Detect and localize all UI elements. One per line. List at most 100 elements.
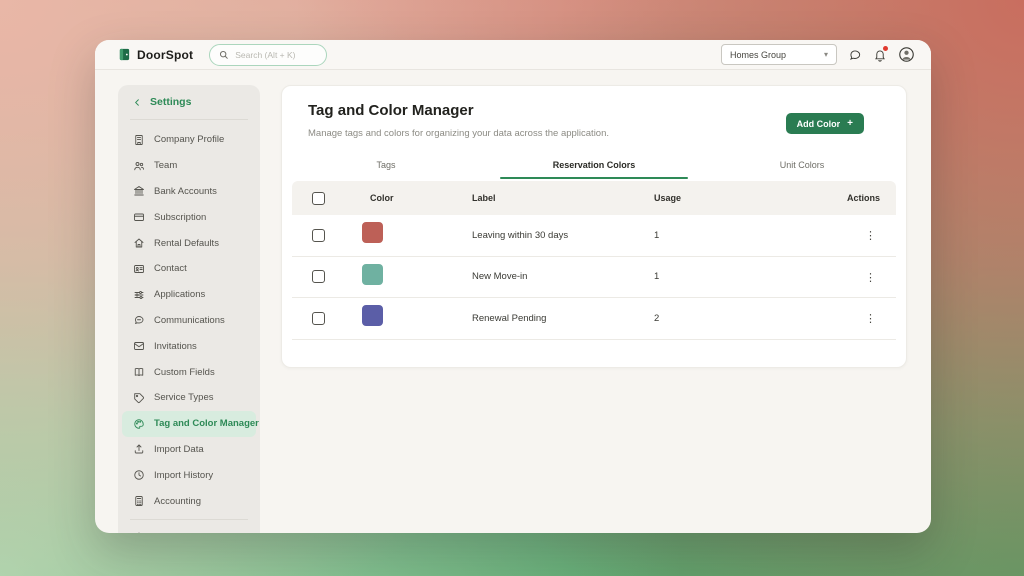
- table-row: Leaving within 30 days 1 ⋮: [292, 215, 896, 257]
- row-checkbox[interactable]: [312, 228, 325, 242]
- plus-icon: +: [847, 118, 853, 129]
- desktop-background: DoorSpot Search (Alt + K) Homes Group ▾: [0, 0, 1024, 576]
- book-icon: [133, 366, 145, 378]
- notification-badge: [883, 45, 888, 51]
- sidebar-item[interactable]: Tag and Color Manager: [122, 410, 259, 437]
- palette-icon: [133, 418, 145, 430]
- search-input[interactable]: Search (Alt + K): [209, 43, 328, 66]
- sidebar-item-label: Team: [154, 160, 178, 172]
- tabs: Tags Reservation Colors Unit Colors: [282, 151, 906, 179]
- settings-back-label: Settings: [150, 96, 192, 108]
- topbar: DoorSpot Search (Alt + K) Homes Group ▾: [95, 40, 931, 70]
- chevron-left-icon: [134, 98, 139, 106]
- column-header-label: Label: [472, 193, 496, 203]
- table-row: New Move-in 1 ⋮: [292, 257, 896, 298]
- tab-label: Tags: [376, 160, 396, 170]
- column-header-color: Color: [370, 193, 394, 203]
- tab[interactable]: Reservation Colors: [490, 151, 698, 179]
- tab-label: Unit Colors: [779, 160, 825, 170]
- row-label: New Move-in: [472, 271, 528, 283]
- mail-icon: [133, 340, 145, 352]
- search-placeholder: Search (Alt + K): [235, 49, 296, 60]
- table-row: Renewal Pending 2 ⋮: [292, 298, 896, 340]
- sidebar-item[interactable]: Company Profile: [122, 127, 256, 153]
- sidebar-item[interactable]: Import Data: [122, 437, 256, 463]
- sidebar-item[interactable]: Custom Fields: [122, 359, 256, 385]
- content-area: Settings Company Profile Team Bank Accou: [95, 70, 931, 533]
- sidebar-item[interactable]: Invitations: [122, 333, 256, 359]
- notifications-icon[interactable]: [873, 45, 888, 62]
- search-icon: [220, 50, 229, 59]
- table-header: Color Label Usage Actions: [292, 181, 896, 215]
- sidebar-item[interactable]: Team: [122, 153, 256, 179]
- messages-icon[interactable]: [848, 48, 862, 62]
- tab[interactable]: Tags: [282, 151, 490, 179]
- add-color-button[interactable]: Add Color +: [785, 113, 864, 134]
- contact-card-icon: [133, 263, 145, 275]
- add-color-label: Add Color: [796, 118, 841, 129]
- upload-icon: [133, 443, 145, 455]
- row-label: Renewal Pending: [472, 312, 547, 324]
- sidebar-item-label: Applications: [154, 289, 206, 301]
- credit-card-icon: [133, 211, 145, 223]
- tab-label: Reservation Colors: [552, 160, 636, 170]
- sidebar-item[interactable]: Applications: [122, 282, 256, 308]
- gear-icon: [133, 532, 145, 533]
- row-usage: 1: [654, 271, 660, 283]
- sidebar-item-label: Company Profile: [154, 134, 225, 146]
- group-selector-value: Homes Group: [730, 49, 787, 60]
- select-all-checkbox[interactable]: [312, 191, 325, 205]
- color-swatch: [362, 305, 383, 327]
- sidebar-item-label: Communications: [154, 314, 225, 326]
- column-header-usage: Usage: [654, 193, 682, 203]
- row-checkbox[interactable]: [312, 270, 325, 284]
- tag-icon: [133, 392, 145, 404]
- sliders-icon: [133, 289, 145, 301]
- sidebar-item[interactable]: Bank Accounts: [122, 179, 256, 205]
- clock-icon: [133, 469, 145, 481]
- house-icon: [133, 237, 145, 249]
- sidebar-item[interactable]: Import History: [122, 462, 256, 488]
- sidebar-item-label: Custom Fields: [154, 366, 215, 378]
- sidebar-item-label: Import History: [154, 469, 214, 481]
- settings-back-button[interactable]: Settings: [118, 85, 260, 114]
- color-table: Color Label Usage Actions Leaving within…: [292, 181, 896, 340]
- chevron-down-icon: ▾: [823, 50, 828, 59]
- sidebar-item[interactable]: Contact: [122, 256, 256, 282]
- sidebar-divider: [130, 119, 248, 120]
- sidebar-item-label: Service Types: [154, 392, 214, 404]
- sidebar-item[interactable]: Service Types: [122, 385, 256, 411]
- sidebar-item-label: Contact: [154, 263, 187, 275]
- color-swatch: [362, 222, 383, 244]
- sidebar-partial-item[interactable]: [122, 525, 256, 533]
- sidebar-item-label: Subscription: [154, 211, 207, 223]
- sidebar-item[interactable]: Rental Defaults: [122, 230, 256, 256]
- sidebar-nav: Company Profile Team Bank Accounts Subsc…: [118, 125, 260, 514]
- sidebar-item-label: Import Data: [154, 443, 204, 455]
- main-panel: Tag and Color Manager Manage tags and co…: [281, 85, 907, 368]
- brand[interactable]: DoorSpot: [118, 48, 193, 62]
- sidebar-item[interactable]: Communications: [122, 308, 256, 334]
- calculator-icon: [133, 495, 145, 507]
- kebab-menu-icon[interactable]: ⋮: [861, 272, 880, 284]
- row-usage: 1: [654, 229, 660, 241]
- bank-icon: [133, 185, 145, 197]
- row-label: Leaving within 30 days: [472, 229, 569, 241]
- sidebar-item-label: Accounting: [154, 495, 202, 507]
- table-body: Leaving within 30 days 1 ⋮ New Move-in 1…: [292, 215, 896, 340]
- kebab-menu-icon[interactable]: ⋮: [861, 313, 880, 325]
- row-usage: 2: [654, 312, 660, 324]
- tab[interactable]: Unit Colors: [698, 151, 906, 179]
- group-selector[interactable]: Homes Group ▾: [721, 44, 837, 65]
- doorspot-logo-icon: [118, 48, 131, 61]
- row-checkbox[interactable]: [312, 311, 325, 325]
- sidebar-item[interactable]: Subscription: [122, 204, 256, 230]
- topbar-actions: Homes Group ▾: [721, 44, 915, 65]
- app-window: DoorSpot Search (Alt + K) Homes Group ▾: [95, 40, 931, 533]
- building-icon: [133, 134, 145, 146]
- column-header-actions: Actions: [846, 193, 880, 203]
- avatar[interactable]: [898, 46, 915, 63]
- sidebar-item[interactable]: Accounting: [122, 488, 256, 514]
- sidebar-item-label: Tag and Color Manager: [154, 418, 259, 430]
- kebab-menu-icon[interactable]: ⋮: [861, 230, 880, 242]
